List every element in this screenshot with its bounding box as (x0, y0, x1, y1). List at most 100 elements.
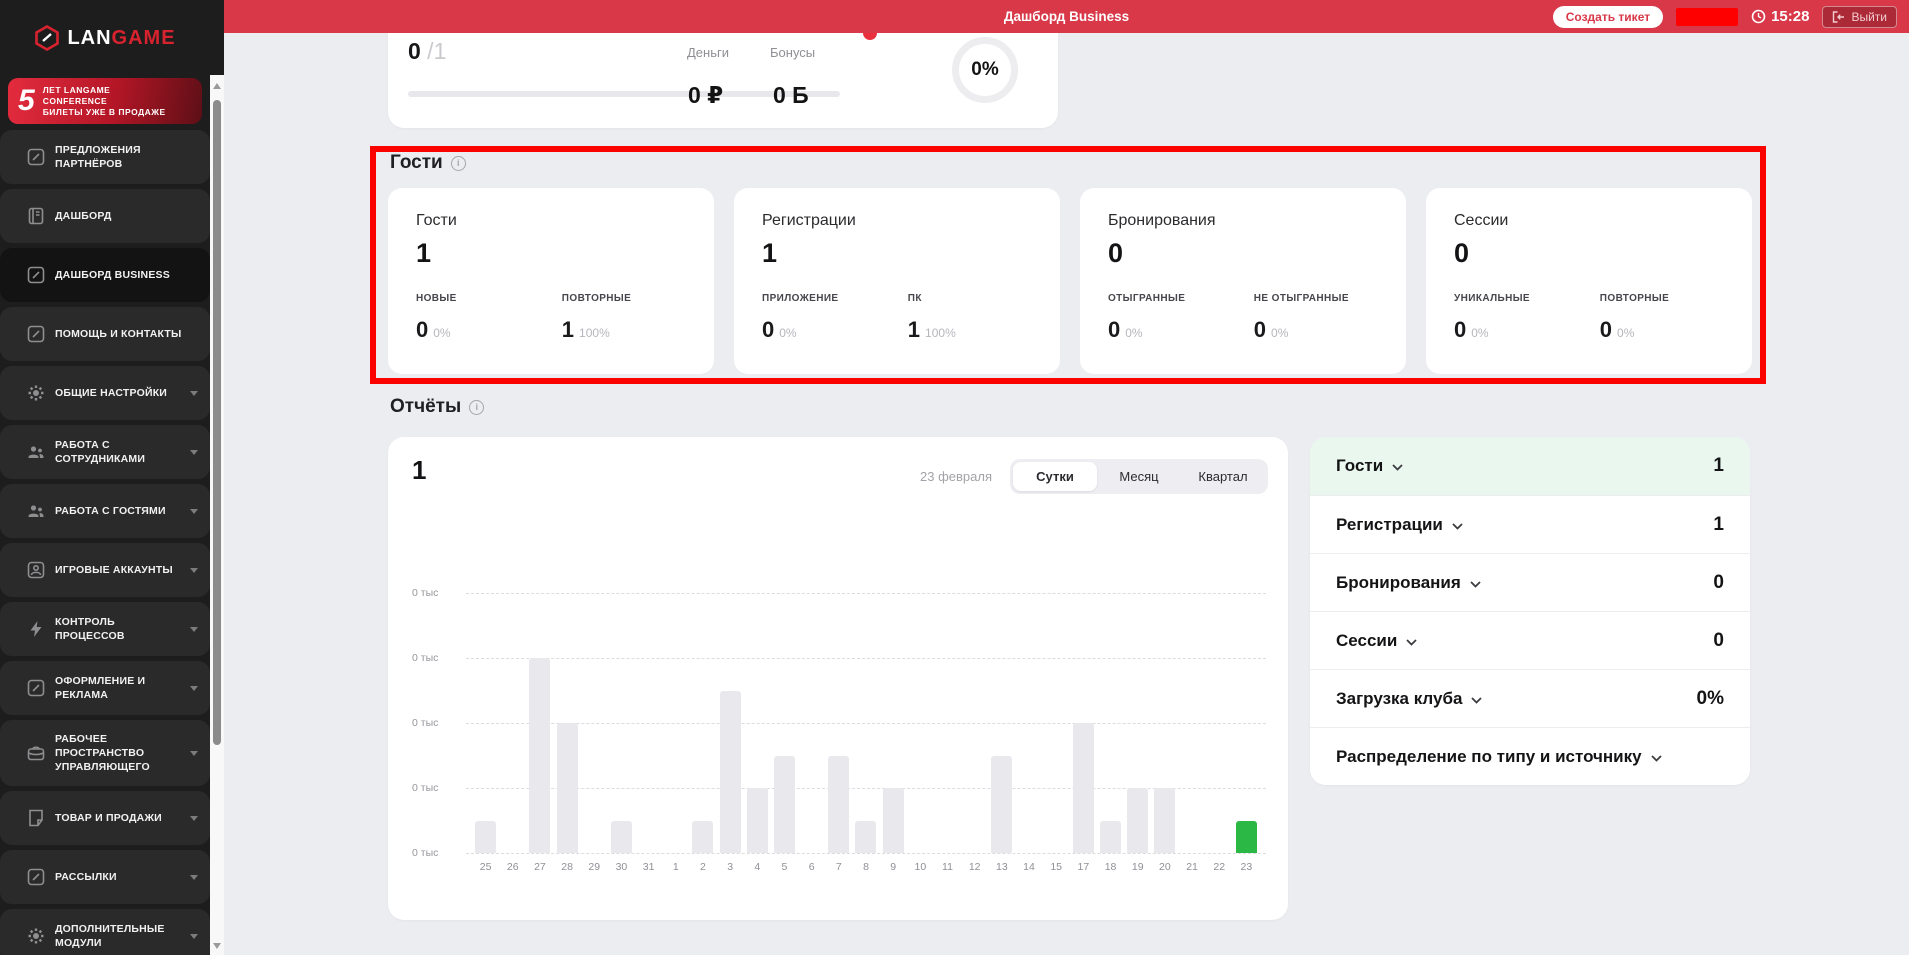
chart-bar[interactable] (1127, 788, 1148, 853)
chart-bar[interactable] (855, 821, 876, 854)
chart-bar-slot (526, 593, 553, 853)
chevron-down-icon (1470, 573, 1481, 593)
sidebar-item-dopolnitelnye-moduli[interactable]: ДОПОЛНИТЕЛЬНЫЕ МОДУЛИ (0, 909, 210, 955)
chart-bar[interactable] (1100, 821, 1121, 854)
tab-quarter[interactable]: Квартал (1181, 462, 1265, 491)
chart-bars (472, 593, 1260, 853)
chart-bar-slot (907, 593, 934, 853)
guests-section-title: Гости i (390, 152, 466, 174)
sidebar-item-obschie-nastroyki[interactable]: ОБЩИЕ НАСТРОЙКИ (0, 366, 210, 420)
summary-row-distribution[interactable]: Распределение по типу и источнику (1310, 727, 1750, 785)
chart-x-tick-label: 5 (771, 861, 798, 873)
chart-x-tick-label: 17 (1070, 861, 1097, 873)
clock-icon (1751, 9, 1766, 24)
chart-bar-slot (1206, 593, 1233, 853)
score-value: 0 /1 (408, 38, 446, 65)
summary-row-guests[interactable]: Гости 1 (1310, 437, 1750, 495)
period-segmented-control: Сутки Месяц Квартал (1010, 459, 1268, 494)
stat-card-bookings: Бронирования 0 ОТЫГРАННЫЕ 00% НЕ ОТЫГРАН… (1080, 188, 1406, 374)
chevron-down-icon (190, 686, 198, 691)
chart-bar[interactable] (883, 788, 904, 853)
conference-promo-banner[interactable]: 5 ЛЕТ LANGAME CONFERENCE БИЛЕТЫ УЖЕ В ПР… (8, 78, 202, 124)
info-icon[interactable]: i (451, 156, 466, 171)
chart-bar[interactable] (991, 756, 1012, 854)
sidebar-item-dashboard[interactable]: ДАШБОРД (0, 189, 210, 243)
sidebar-item-rabota-s-sotrudnikami[interactable]: РАБОТА С СОТРУДНИКАМИ (0, 425, 210, 479)
chart-bar-slot (1043, 593, 1070, 853)
chart-bar[interactable] (692, 821, 713, 854)
chart-bar-slot (689, 593, 716, 853)
sidebar-item-predlozheniya-partnerov[interactable]: ПРЕДЛОЖЕНИЯ ПАРТНЁРОВ (0, 130, 210, 184)
scrollbar-thumb[interactable] (213, 100, 221, 745)
info-icon[interactable]: i (469, 400, 484, 415)
logout-button[interactable]: Выйти (1822, 6, 1897, 28)
chart-x-tick-label: 31 (635, 861, 662, 873)
chevron-down-icon (1392, 456, 1403, 476)
chart-bar[interactable] (475, 821, 496, 854)
chart-bar[interactable] (720, 691, 741, 854)
sidebar-item-oformlenie-i-reklama[interactable]: ОФОРМЛЕНИЕ И РЕКЛАМА (0, 661, 210, 715)
sidebar-item-rabochee-prostranstvo[interactable]: РАБОЧЕЕ ПРОСТРАНСТВО УПРАВЛЯЮЩЕГО (0, 720, 210, 786)
summary-row-bookings[interactable]: Бронирования 0 (1310, 553, 1750, 611)
document-icon (27, 809, 45, 827)
chart-bar[interactable] (611, 821, 632, 854)
header-controls: Создать тикет 15:28 Выйти (1553, 0, 1897, 33)
stat-card-sessions: Сессии 0 УНИКАЛЬНЫЕ 00% ПОВТОРНЫЕ 00% (1426, 188, 1752, 374)
langame-hexagon-icon (34, 25, 60, 51)
chart-x-tick-label: 13 (988, 861, 1015, 873)
chart-x-tick-label: 7 (825, 861, 852, 873)
chevron-down-icon (1651, 747, 1662, 767)
sidebar-item-kontrol-processov[interactable]: КОНТРОЛЬ ПРОЦЕССОВ (0, 602, 210, 656)
edit-square-icon (27, 325, 45, 343)
chevron-down-icon (1471, 689, 1482, 709)
chart-x-tick-label: 1 (662, 861, 689, 873)
chart-plot: 0 тыс0 тыс0 тыс0 тыс0 тыс (388, 593, 1288, 853)
lightning-icon (27, 620, 45, 638)
chevron-down-icon (190, 391, 198, 396)
chart-x-tick-label: 29 (581, 861, 608, 873)
current-time: 15:28 (1771, 8, 1809, 25)
chart-x-tick-label: 3 (717, 861, 744, 873)
chart-controls: 23 февраля Сутки Месяц Квартал (920, 459, 1268, 494)
sidebar-item-rassylki[interactable]: РАССЫЛКИ (0, 850, 210, 904)
chart-bar[interactable] (529, 658, 550, 853)
sidebar-item-dashboard-business[interactable]: ДАШБОРД BUSINESS (0, 248, 210, 302)
create-ticket-button[interactable]: Создать тикет (1553, 6, 1663, 28)
chart-bar[interactable] (557, 723, 578, 853)
chart-x-tick-label: 30 (608, 861, 635, 873)
sidebar-item-pomosch-i-kontakty[interactable]: ПОМОЩЬ И КОНТАКТЫ (0, 307, 210, 361)
reports-chart-card: 1 23 февраля Сутки Месяц Квартал 0 тыс0 … (388, 437, 1288, 920)
scrollbar-up-arrow-icon[interactable] (213, 83, 221, 89)
chart-headline-value: 1 (412, 455, 426, 486)
chart-x-tick-label: 25 (472, 861, 499, 873)
chart-x-tick-label: 6 (798, 861, 825, 873)
gear-icon (27, 927, 45, 945)
tab-day[interactable]: Сутки (1013, 462, 1097, 491)
summary-row-sessions[interactable]: Сессии 0 (1310, 611, 1750, 669)
chart-bar-slot (771, 593, 798, 853)
sidebar-item-igrovye-akkaunty[interactable]: ИГРОВЫЕ АККАУНТЫ (0, 543, 210, 597)
summary-row-club-load[interactable]: Загрузка клуба 0% (1310, 669, 1750, 727)
chart-bar[interactable] (774, 756, 795, 854)
chart-bar-highlighted[interactable] (1236, 821, 1257, 854)
gear-icon (27, 384, 45, 402)
chart-bar[interactable] (1073, 723, 1094, 853)
people-icon (27, 443, 45, 461)
chart-bar-slot (472, 593, 499, 853)
money-value: 0 ₽ (688, 82, 723, 109)
sidebar-item-rabota-s-gostyami[interactable]: РАБОТА С ГОСТЯМИ (0, 484, 210, 538)
summary-row-registrations[interactable]: Регистрации 1 (1310, 495, 1750, 553)
chart-bar[interactable] (828, 756, 849, 854)
chart-x-tick-label: 22 (1206, 861, 1233, 873)
chart-x-tick-label: 8 (852, 861, 879, 873)
sidebar-scrollbar (210, 0, 224, 955)
chart-x-tick-label: 15 (1043, 861, 1070, 873)
scrollbar-down-arrow-icon[interactable] (213, 943, 221, 949)
chart-bar-slot (988, 593, 1015, 853)
tab-month[interactable]: Месяц (1097, 462, 1181, 491)
edit-square-icon (27, 266, 45, 284)
chart-bar-slot (717, 593, 744, 853)
sidebar-item-tovar-i-prodazhi[interactable]: ТОВАР И ПРОДАЖИ (0, 791, 210, 845)
chart-bar[interactable] (747, 788, 768, 853)
chart-bar[interactable] (1154, 788, 1175, 853)
